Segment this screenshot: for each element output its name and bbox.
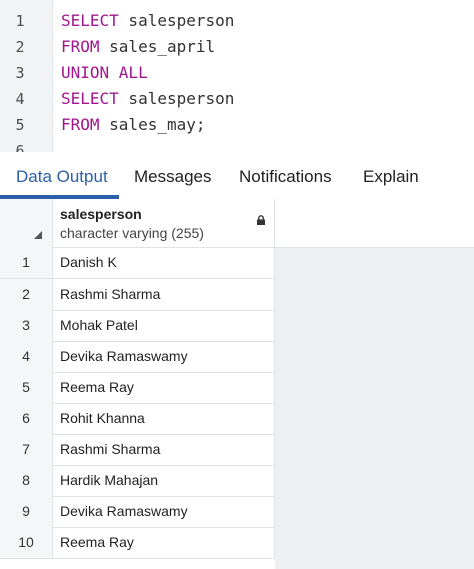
cell-salesperson[interactable]: Rashmi Sharma	[60, 279, 160, 310]
line-number: 3	[15, 64, 25, 82]
tab-messages[interactable]: Messages	[134, 167, 211, 187]
sql-editor[interactable]: 1 SELECT salesperson 2 FROM sales_april …	[0, 0, 474, 152]
cell-salesperson[interactable]: Mohak Patel	[60, 310, 138, 341]
row-number: 6	[0, 403, 53, 434]
cell-salesperson[interactable]: Reema Ray	[60, 527, 134, 558]
cell-salesperson[interactable]: Devika Ramaswamy	[60, 341, 188, 372]
tab-data-output[interactable]: Data Output	[16, 167, 108, 187]
line-number: 2	[15, 38, 25, 56]
sql-keyword: SELECT	[61, 89, 119, 108]
line-number: 1	[15, 12, 25, 30]
grid-empty-area	[275, 247, 474, 569]
sql-text: salesperson	[118, 11, 235, 30]
row-number: 3	[0, 310, 53, 341]
row-number: 2	[0, 279, 53, 310]
cell-salesperson[interactable]: Devika Ramaswamy	[60, 496, 188, 527]
sql-keyword: FROM	[61, 115, 100, 134]
sql-keyword: FROM	[61, 37, 100, 56]
row-number: 9	[0, 496, 53, 527]
line-number: 6	[15, 142, 25, 152]
editor-line[interactable]: 5 FROM sales_may;	[0, 112, 474, 138]
cell-salesperson[interactable]: Rashmi Sharma	[60, 434, 160, 465]
select-all-corner[interactable]	[0, 199, 53, 247]
sql-text: sales_may;	[99, 115, 206, 134]
column-type: character varying (255)	[60, 225, 204, 241]
cell-salesperson[interactable]: Rohit Khanna	[60, 403, 145, 434]
row-number: 1	[0, 247, 53, 278]
table-row[interactable]: 6 Rohit Khanna	[0, 403, 275, 435]
row-number: 4	[0, 341, 53, 372]
cell-salesperson[interactable]: Danish K	[60, 247, 117, 278]
grid-header: salesperson character varying (255)	[0, 199, 474, 248]
data-output-grid: salesperson character varying (255) 1 Da…	[0, 199, 474, 569]
row-number: 8	[0, 465, 53, 496]
tab-explain[interactable]: Explain	[363, 167, 419, 187]
corner-triangle-icon	[34, 231, 42, 239]
table-row[interactable]: 3 Mohak Patel	[0, 310, 275, 342]
row-number: 5	[0, 372, 53, 403]
table-row[interactable]: 5 Reema Ray	[0, 372, 275, 404]
table-row[interactable]: 4 Devika Ramaswamy	[0, 341, 275, 373]
lock-icon	[257, 215, 265, 225]
editor-line[interactable]: 3 UNION ALL	[0, 60, 474, 86]
table-row[interactable]: 1 Danish K	[0, 247, 275, 279]
table-row[interactable]: 9 Devika Ramaswamy	[0, 496, 275, 528]
sql-keyword: UNION ALL	[61, 63, 148, 82]
cell-salesperson[interactable]: Reema Ray	[60, 372, 134, 403]
row-number: 10	[0, 527, 53, 558]
table-row[interactable]: 7 Rashmi Sharma	[0, 434, 275, 466]
tab-notifications[interactable]: Notifications	[239, 167, 332, 187]
sql-text: salesperson	[118, 89, 235, 108]
editor-line[interactable]: 1 SELECT salesperson	[0, 8, 474, 34]
sql-keyword: SELECT	[61, 11, 119, 30]
row-number: 7	[0, 434, 53, 465]
sql-text: sales_april	[99, 37, 216, 56]
line-number: 4	[15, 90, 25, 108]
table-row[interactable]: 10 Reema Ray	[0, 527, 275, 559]
editor-line[interactable]: 4 SELECT salesperson	[0, 86, 474, 112]
output-tabs: Data Output Messages Notifications Expla…	[0, 157, 474, 200]
editor-line[interactable]: 6	[0, 138, 474, 152]
table-row[interactable]: 2 Rashmi Sharma	[0, 279, 275, 311]
column-name: salesperson	[60, 206, 142, 222]
table-row[interactable]: 8 Hardik Mahajan	[0, 465, 275, 497]
line-number: 5	[15, 116, 25, 134]
editor-line[interactable]: 2 FROM sales_april	[0, 34, 474, 60]
cell-salesperson[interactable]: Hardik Mahajan	[60, 465, 158, 496]
column-header-salesperson[interactable]: salesperson character varying (255)	[52, 199, 275, 247]
